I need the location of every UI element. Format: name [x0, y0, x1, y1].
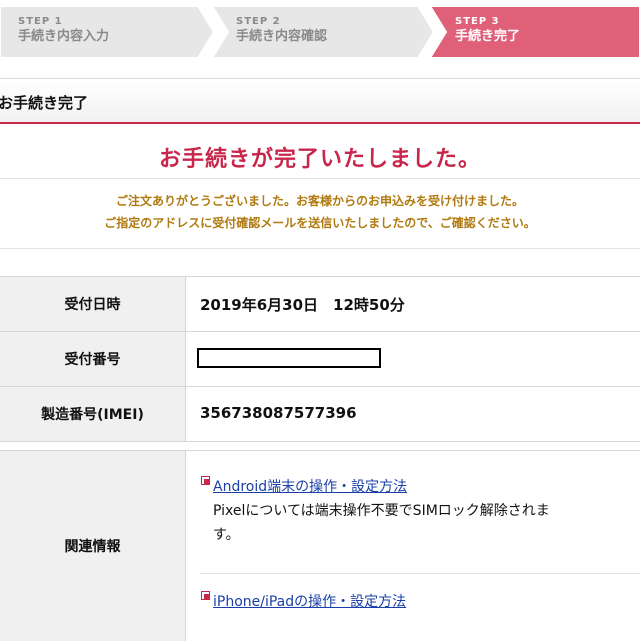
divider [200, 573, 640, 574]
receipt-number-label: 受付番号 [0, 332, 186, 386]
step-3-label: 手続き完了 [455, 29, 521, 44]
step-2-number: STEP 2 [236, 16, 281, 27]
android-guide-description: Pixelについては端末操作不要でSIMロック解除されま す。 [213, 499, 640, 547]
table-row-imei: 製造番号(IMEI) 356738087577396 [0, 386, 640, 442]
receipt-number-redacted [197, 348, 381, 368]
imei-value: 356738087577396 [200, 404, 357, 422]
step-2: STEP 2 手続き内容確認 [236, 15, 327, 45]
received-at-label: 受付日時 [0, 277, 186, 331]
related-info-label: 関連情報 [0, 451, 186, 641]
step-1-number: STEP 1 [18, 16, 63, 27]
received-at-value: 2019年6月30日 12時50分 [200, 296, 405, 314]
divider [0, 178, 640, 179]
related-info-section: 関連情報 Android端末の操作・設定方法 Pixelについては端末操作不要で… [0, 450, 640, 641]
android-guide-link[interactable]: Android端末の操作・設定方法 [213, 476, 407, 496]
completion-notice-line2: ご指定のアドレスに受付確認メールを送信いたしましたので、ご確認ください。 [104, 216, 536, 230]
imei-label: 製造番号(IMEI) [0, 387, 186, 441]
receipt-info-table: 受付日時 2019年6月30日 12時50分 受付番号 製造番号(IMEI) 3… [0, 276, 640, 442]
document-icon [201, 591, 210, 600]
completion-notice-line1: ご注文ありがとうございました。お客様からのお申込みを受け付けました。 [115, 194, 524, 208]
step-2-label: 手続き内容確認 [236, 29, 328, 44]
document-icon [201, 476, 210, 485]
divider [0, 248, 640, 249]
received-at-cell: 2019年6月30日 12時50分 [200, 277, 640, 331]
receipt-number-cell [197, 332, 640, 386]
iphone-guide-link[interactable]: iPhone/iPadの操作・設定方法 [213, 591, 406, 611]
step-3-number: STEP 3 [455, 16, 500, 27]
android-guide-description-line2: す。 [213, 527, 240, 543]
progress-steps: STEP 1 手続き内容入力 STEP 2 手続き内容確認 STEP 3 手続き… [0, 0, 640, 60]
completion-title: お手続きが完了いたしました。 [158, 147, 481, 172]
step-1: STEP 1 手続き内容入力 [18, 15, 109, 45]
table-row-receipt-number: 受付番号 [0, 331, 640, 386]
section-header: お手続き完了 [0, 78, 640, 124]
section-title: お手続き完了 [0, 94, 89, 112]
android-guide-description-line1: Pixelについては端末操作不要でSIMロック解除されま [213, 503, 550, 519]
table-row-received-at: 受付日時 2019年6月30日 12時50分 [0, 276, 640, 331]
step-3: STEP 3 手続き完了 [455, 15, 520, 45]
step-1-label: 手続き内容入力 [18, 29, 110, 44]
imei-cell: 356738087577396 [200, 387, 640, 441]
